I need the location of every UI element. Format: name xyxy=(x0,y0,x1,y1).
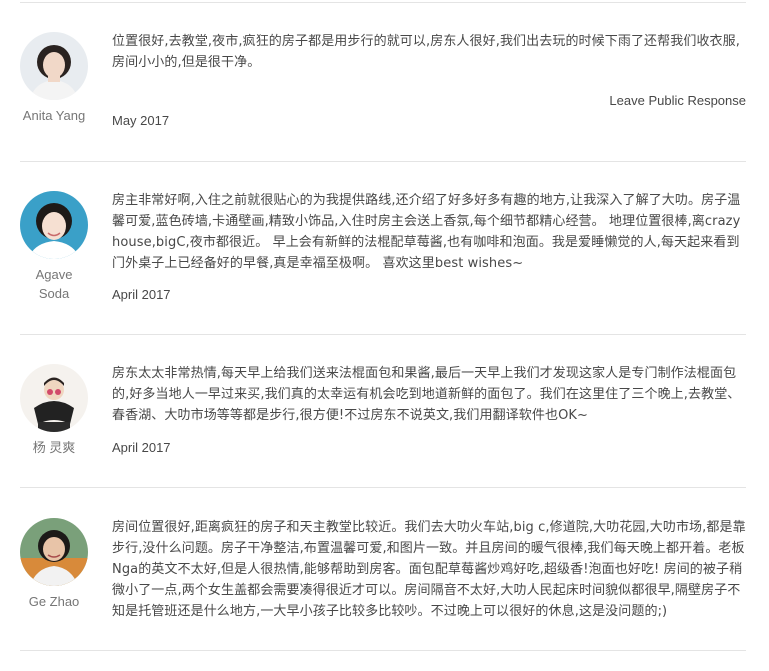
review-date: April 2017 xyxy=(112,287,171,302)
author-name[interactable]: 杨 灵爽 xyxy=(20,438,88,457)
author-name[interactable]: Anita Yang xyxy=(20,106,88,125)
divider xyxy=(20,650,746,651)
review-date: May 2017 xyxy=(112,113,170,128)
review-text: 房东太太非常热情,每天早上给我们送来法棍面包和果酱,最后一天早上我们才发现这家人… xyxy=(112,366,741,423)
top-divider xyxy=(20,2,746,3)
review-text: 房间位置很好,距离疯狂的房子和天主教堂比较近。我们去大叻火车站,big c,修道… xyxy=(112,520,746,619)
avatar[interactable] xyxy=(20,364,88,432)
leave-public-response-link[interactable]: Leave Public Response xyxy=(609,93,746,108)
review-text: 房主非常好啊,入住之前就很贴心的为我提供路线,还介绍了好多好多有趣的地方,让我深… xyxy=(112,193,741,271)
divider xyxy=(20,487,746,488)
review-text: 位置很好,去教堂,夜市,疯狂的房子都是用步行的就可以,房东人很好,我们出去玩的时… xyxy=(112,34,740,70)
review-date: April 2017 xyxy=(112,440,171,455)
avatar[interactable] xyxy=(20,191,88,259)
author-name[interactable]: Ge Zhao xyxy=(20,592,88,611)
author-name[interactable]: Agave Soda xyxy=(20,265,88,303)
reviewer: Agave Soda xyxy=(20,191,88,303)
reviewer: Anita Yang xyxy=(20,32,88,125)
avatar[interactable] xyxy=(20,32,88,100)
divider xyxy=(20,334,746,335)
avatar[interactable] xyxy=(20,518,88,586)
divider xyxy=(20,161,746,162)
reviewer: 杨 灵爽 xyxy=(20,364,88,457)
reviewer: Ge Zhao xyxy=(20,518,88,611)
